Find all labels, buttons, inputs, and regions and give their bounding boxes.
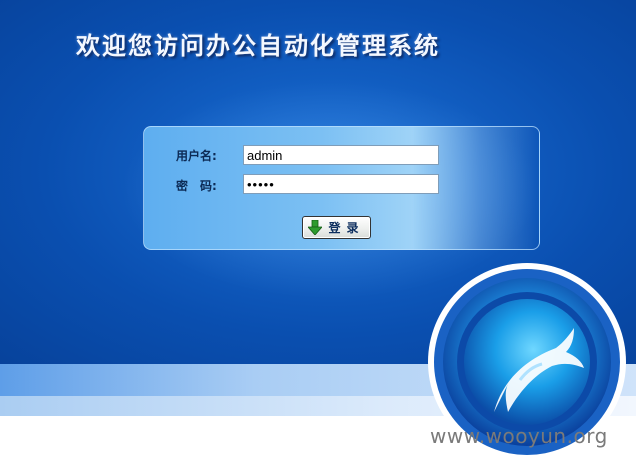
login-button-label: 登录: [328, 221, 365, 235]
page-title: 欢迎您访问办公自动化管理系统: [76, 31, 440, 60]
down-arrow-icon: [308, 220, 323, 235]
password-label: 密 码:: [176, 179, 217, 193]
login-button[interactable]: 登录: [302, 216, 371, 239]
watermark-text: www.wooyun.org: [430, 424, 608, 448]
password-input[interactable]: [243, 174, 439, 194]
username-label: 用户名:: [176, 149, 217, 163]
username-input[interactable]: [243, 145, 439, 165]
